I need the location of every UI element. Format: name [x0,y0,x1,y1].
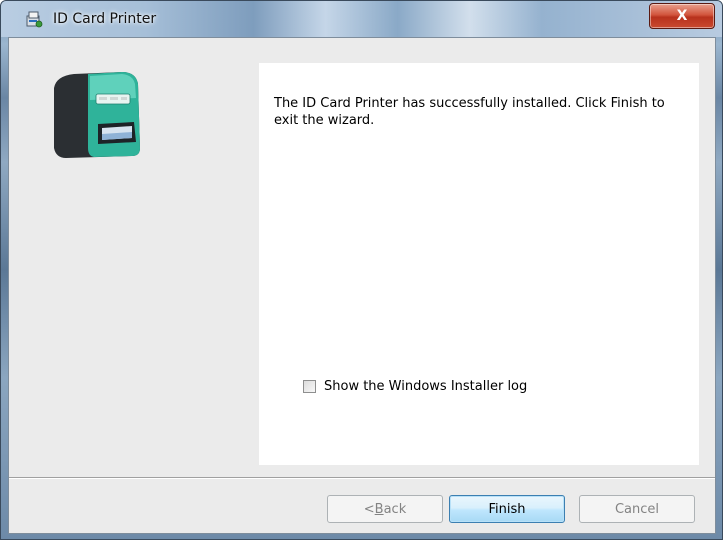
back-button-mnemonic: B [374,501,384,517]
window-title: ID Card Printer [53,11,157,27]
installer-icon [26,11,43,28]
close-button[interactable]: X [649,3,715,29]
installer-window: ID Card Printer X The ID Card Printer ha… [0,0,723,540]
completion-message: The ID Card Printer has successfully ins… [274,96,665,128]
show-log-label[interactable]: Show the Windows Installer log [324,379,527,394]
back-button-rest: ack [383,501,407,517]
cancel-button[interactable]: Cancel [579,495,695,523]
show-log-checkbox[interactable] [303,380,316,393]
title-bar[interactable]: ID Card Printer X [1,1,722,37]
wizard-content-panel: The ID Card Printer has successfully ins… [259,63,699,465]
button-separator [9,477,715,479]
back-button-prefix: < [363,501,375,517]
back-button[interactable]: < Back [327,495,443,523]
finish-button[interactable]: Finish [449,495,565,523]
wizard-client-area: The ID Card Printer has successfully ins… [8,37,716,534]
show-log-option[interactable]: Show the Windows Installer log [303,379,527,394]
close-icon: X [676,8,688,24]
id-card-printer-image [54,72,140,158]
